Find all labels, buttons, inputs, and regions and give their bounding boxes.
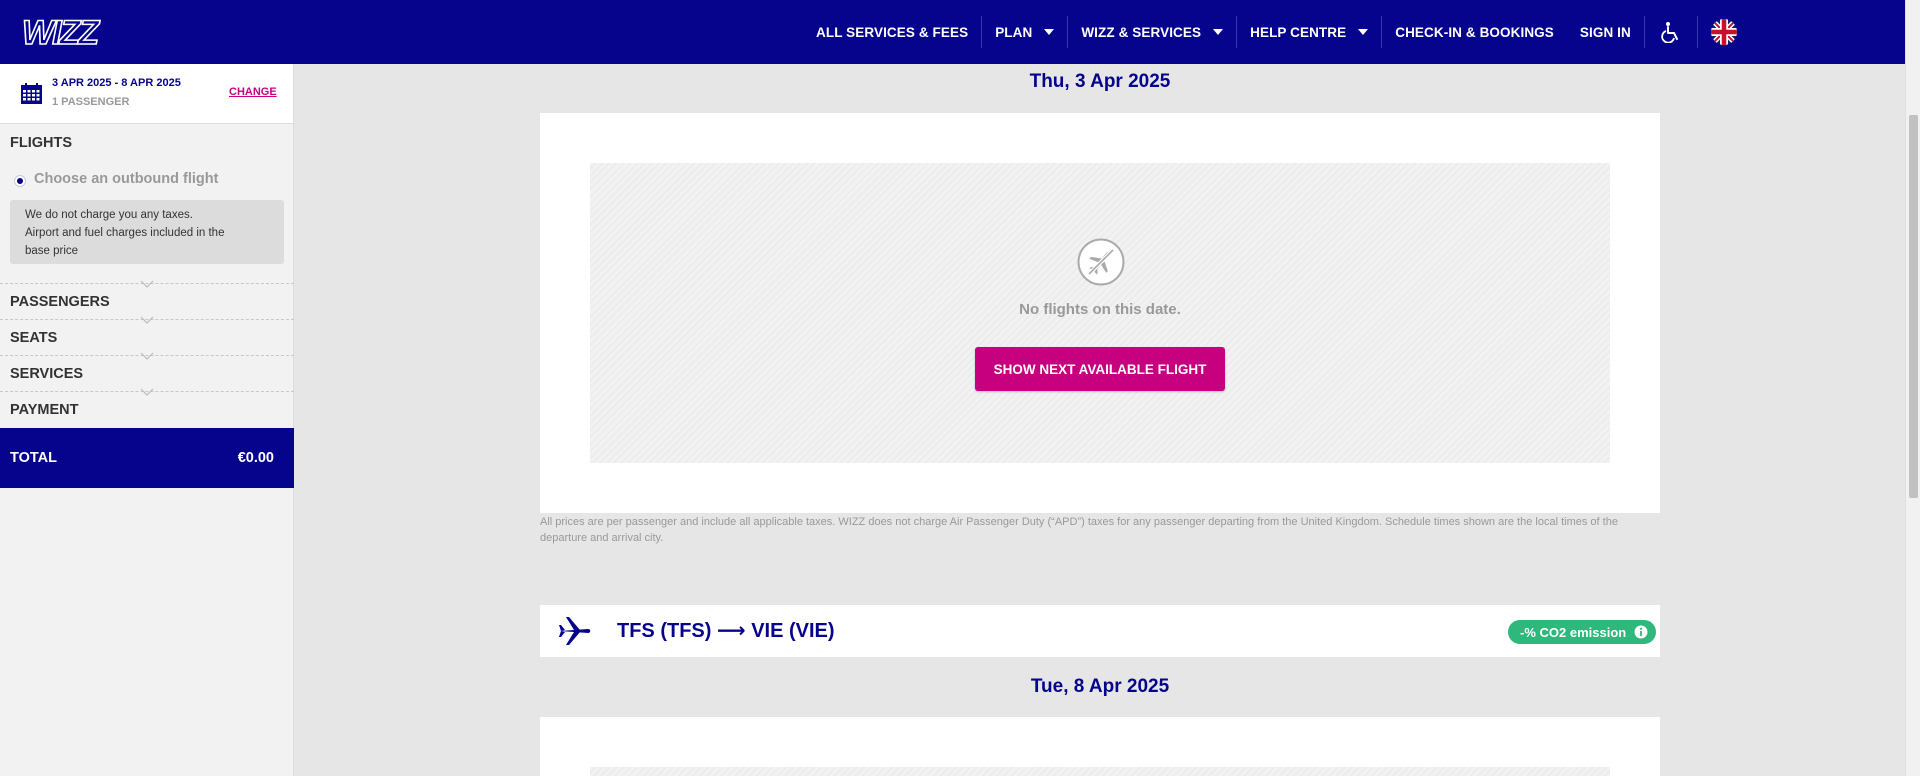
passenger-count: 1 PASSENGER [52, 96, 130, 108]
tax-note: We do not charge you any taxes. Airport … [10, 200, 284, 264]
co2-emission-badge[interactable]: -% CO2 emission [1508, 620, 1657, 644]
chevron-down-icon [140, 280, 154, 288]
nav-check-in-bookings[interactable]: CHECK-IN & BOOKINGS [1382, 16, 1567, 48]
step-label: PASSENGERS [10, 293, 110, 310]
step-label: PAYMENT [10, 401, 79, 418]
show-next-available-flight-button[interactable]: SHOW NEXT AVAILABLE FLIGHT [975, 347, 1225, 391]
caret-down-icon [1044, 29, 1055, 35]
no-flights-panel: No flights on this date. SHOW NEXT AVAIL… [590, 163, 1610, 463]
main-nav: ALL SERVICES & FEES PLAN WIZZ & SERVICES… [803, 0, 1750, 64]
route-title: TFS (TFS) ⟶ VIE (VIE) [617, 620, 835, 642]
tax-note-line: Airport and fuel charges included in the [25, 227, 225, 239]
nav-label: HELP CENTRE [1250, 24, 1347, 40]
no-flight-plane-icon [1077, 238, 1125, 286]
total-value: €0.00 [237, 450, 274, 466]
wizz-logo[interactable]: WIZZ [20, 10, 110, 54]
nav-label: WIZZ & SERVICES [1081, 24, 1202, 40]
co2-badge-label: -% CO2 emission [1520, 624, 1627, 640]
return-flights-card [540, 717, 1660, 776]
chevron-down-icon [140, 388, 154, 396]
outbound-radio[interactable] [14, 175, 26, 187]
nav-label: ALL SERVICES & FEES [816, 24, 969, 40]
chevron-down-icon [140, 316, 154, 324]
return-no-flights-panel [590, 767, 1610, 776]
booking-sidebar: 3 APR 2025 - 8 APR 2025 1 PASSENGER CHAN… [0, 64, 294, 776]
tax-note-line: base price [25, 245, 79, 257]
date-range: 3 APR 2025 - 8 APR 2025 [52, 77, 181, 89]
nav-all-services-fees[interactable]: ALL SERVICES & FEES [803, 16, 981, 48]
nav-help-centre[interactable]: HELP CENTRE [1237, 16, 1381, 48]
svg-text:WIZZ: WIZZ [22, 14, 100, 52]
change-dates-link[interactable]: CHANGE [229, 86, 277, 98]
calendar-icon [21, 83, 42, 104]
uk-flag-icon [1710, 19, 1737, 45]
nav-sign-in[interactable]: SIGN IN [1567, 16, 1644, 48]
step-seats[interactable]: SEATS [0, 316, 294, 355]
airplane-icon [559, 617, 591, 645]
price-disclaimer: All prices are per passenger and include… [540, 516, 1618, 544]
outbound-flights-card: No flights on this date. SHOW NEXT AVAIL… [540, 113, 1660, 513]
scrollbar-thumb[interactable] [1909, 115, 1918, 498]
caret-down-icon [1213, 29, 1224, 35]
top-navigation-bar: WIZZ ALL SERVICES & FEES PLAN WIZZ & SER… [0, 0, 1905, 64]
wizz-logo-icon: WIZZ [21, 13, 103, 53]
chevron-down-icon [140, 352, 154, 360]
nav-plan[interactable]: PLAN [982, 16, 1067, 48]
total-bar: TOTAL €0.00 [0, 428, 294, 488]
total-label: TOTAL [10, 450, 57, 466]
return-route-header: TFS (TFS) ⟶ VIE (VIE) -% CO2 emission [540, 605, 1660, 657]
nav-label: CHECK-IN & BOOKINGS [1395, 24, 1554, 40]
no-flights-message: No flights on this date. [1019, 301, 1181, 318]
flights-step-title: FLIGHTS [10, 135, 73, 151]
wheelchair-icon [1661, 22, 1678, 43]
info-icon [1634, 625, 1648, 639]
step-passengers[interactable]: PASSENGERS [0, 280, 294, 319]
step-services[interactable]: SERVICES [0, 352, 294, 391]
page-scrollbar[interactable] [1905, 0, 1920, 776]
step-label: SEATS [10, 329, 58, 346]
nav-label: SIGN IN [1579, 24, 1631, 40]
return-date-title: Tue, 8 Apr 2025 [1030, 676, 1170, 697]
caret-down-icon [1358, 29, 1369, 35]
step-payment[interactable]: PAYMENT [0, 388, 294, 427]
step-label: SERVICES [10, 365, 84, 382]
tax-note-line: We do not charge you any taxes. [25, 209, 193, 221]
nav-label: PLAN [995, 24, 1033, 40]
language-selector[interactable] [1698, 16, 1750, 48]
nav-wizz-services[interactable]: WIZZ & SERVICES [1068, 16, 1236, 48]
trip-summary: 3 APR 2025 - 8 APR 2025 1 PASSENGER CHAN… [0, 64, 293, 124]
accessibility-button[interactable] [1645, 16, 1697, 48]
choose-outbound-label: Choose an outbound flight [34, 171, 219, 187]
outbound-date-title: Thu, 3 Apr 2025 [1029, 71, 1171, 92]
